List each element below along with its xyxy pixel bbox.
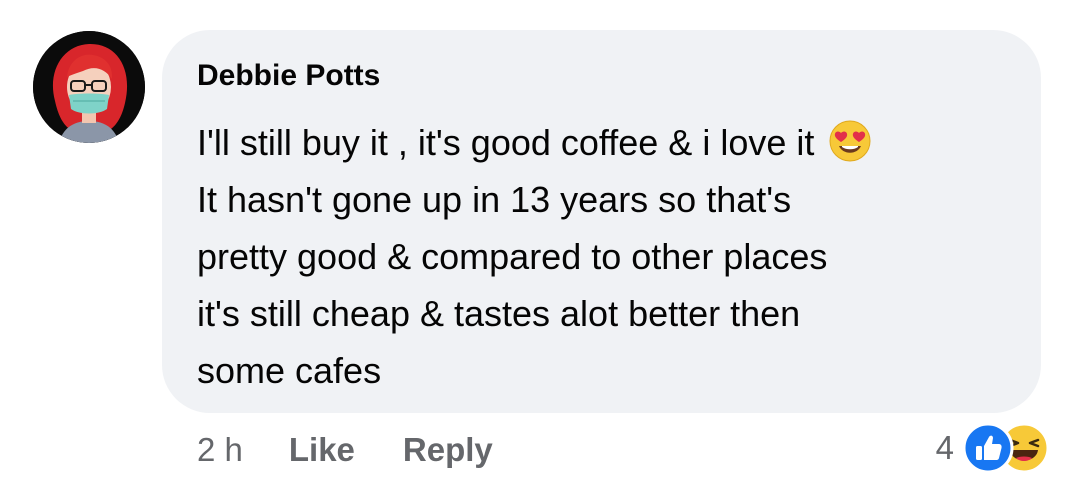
comment-bubble: Debbie Potts I'll still buy it , it's go… xyxy=(162,30,1041,413)
comment-thread: Debbie Potts I'll still buy it , it's go… xyxy=(0,0,1080,497)
reaction-icons xyxy=(962,422,1050,474)
comment-actions: 2 h Like Reply xyxy=(197,426,541,474)
reaction-count: 4 xyxy=(935,429,954,466)
comment-author[interactable]: Debbie Potts xyxy=(197,58,1001,94)
comment-line: It hasn't gone up in 13 years so that's xyxy=(197,179,792,220)
comment-line: I'll still buy it , it's good coffee & i… xyxy=(197,114,1001,171)
avatar[interactable] xyxy=(33,31,145,143)
like-reaction-icon xyxy=(962,422,1014,474)
reply-button[interactable]: Reply xyxy=(403,431,493,469)
avatar-illustration xyxy=(33,31,145,143)
comment-line: some cafes xyxy=(197,350,382,391)
comment-line: pretty good & compared to other places xyxy=(197,236,828,277)
comment-line-text: I'll still buy it , it's good coffee & i… xyxy=(197,122,815,163)
like-button[interactable]: Like xyxy=(289,431,355,469)
comment-timestamp[interactable]: 2 h xyxy=(197,431,243,469)
heart-eyes-emoji-icon xyxy=(828,119,872,163)
comment-text: I'll still buy it , it's good coffee & i… xyxy=(197,114,1001,399)
comment-line: it's still cheap & tastes alot better th… xyxy=(197,293,801,334)
reaction-summary[interactable]: 4 xyxy=(936,422,1050,474)
